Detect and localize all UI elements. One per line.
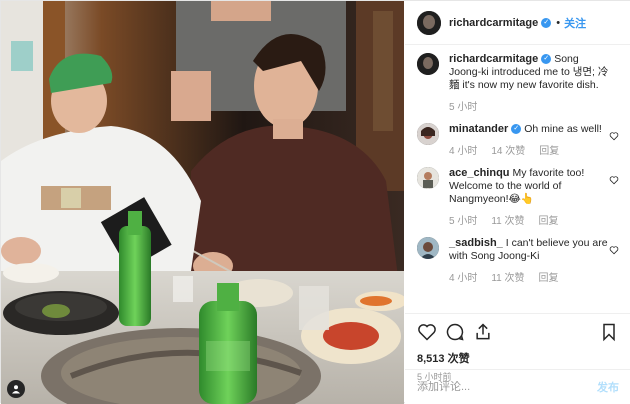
comment-username[interactable]: richardcarmitage xyxy=(449,53,538,65)
photo-illustration xyxy=(1,1,404,404)
reply-button[interactable]: 回复 xyxy=(539,216,559,227)
follow-button[interactable]: 关注 xyxy=(564,15,586,31)
comments-list[interactable]: richardcarmitage ✓ Song Joong-ki introduc… xyxy=(405,53,630,305)
comment-username[interactable]: minatander xyxy=(449,123,508,135)
verified-badge-icon: ✓ xyxy=(541,17,552,28)
user-tag-icon[interactable] xyxy=(7,380,25,398)
share-icon[interactable] xyxy=(473,322,493,342)
comment-likes[interactable]: 11 次赞 xyxy=(491,273,524,284)
comment-avatar[interactable] xyxy=(417,237,439,259)
comment-meta: 4 小时 11 次赞 回复 xyxy=(449,269,609,284)
comment-username[interactable]: _sadbish_ xyxy=(449,237,503,249)
post-sidebar: richardcarmitage ✓ • 关注 richardcarmitage… xyxy=(405,1,630,404)
comment-avatar[interactable] xyxy=(417,167,439,189)
heart-icon[interactable] xyxy=(417,322,437,342)
comment-text: richardcarmitage ✓ Song Joong-ki introduc… xyxy=(449,53,609,92)
comment-time[interactable]: 5 小时 xyxy=(449,102,477,113)
author-username[interactable]: richardcarmitage xyxy=(449,17,538,29)
comment-item: ace_chinqu My favorite too! Welcome to t… xyxy=(417,167,619,227)
comment-like-heart-icon[interactable] xyxy=(609,175,619,185)
comment-time[interactable]: 4 小时 xyxy=(449,273,477,284)
comment-text: ace_chinqu My favorite too! Welcome to t… xyxy=(449,167,609,206)
add-comment-bar: 发布 xyxy=(405,369,630,404)
comment-avatar[interactable] xyxy=(417,123,439,145)
verified-badge-icon: ✓ xyxy=(541,54,552,65)
bookmark-icon[interactable] xyxy=(599,322,619,342)
comment-like-heart-icon[interactable] xyxy=(609,245,619,255)
comment-item: minatander ✓ Oh mine as well! 4 小时 14 次赞 回复 xyxy=(417,123,619,157)
comment-meta: 4 小时 14 次赞 回复 xyxy=(449,142,609,157)
comment-time[interactable]: 4 小时 xyxy=(449,146,477,157)
add-comment-input[interactable] xyxy=(417,381,597,393)
comment-username[interactable]: ace_chinqu xyxy=(449,167,510,179)
comment-text: minatander ✓ Oh mine as well! xyxy=(449,123,609,136)
likes-count[interactable]: 8,513 次赞 xyxy=(417,350,619,366)
action-icons xyxy=(417,320,619,344)
reply-button[interactable]: 回复 xyxy=(539,273,559,284)
comment-meta: 5 小时 11 次赞 回复 xyxy=(449,212,609,227)
separator-dot: • xyxy=(556,16,561,29)
comment-item: _sadbish_ I can't believe you are with S… xyxy=(417,237,619,284)
verified-badge-icon: ✓ xyxy=(511,124,522,135)
post-photo[interactable] xyxy=(1,1,404,404)
reply-button[interactable]: 回复 xyxy=(539,146,559,157)
comment-meta: 5 小时 xyxy=(449,98,609,113)
post-comment-button[interactable]: 发布 xyxy=(597,379,619,395)
comment-like-heart-icon[interactable] xyxy=(609,131,619,141)
comment-icon[interactable] xyxy=(445,322,465,342)
author-avatar[interactable] xyxy=(417,10,441,35)
comment-avatar[interactable] xyxy=(417,53,439,75)
post-header: richardcarmitage ✓ • 关注 xyxy=(405,1,630,45)
comment-likes[interactable]: 14 次赞 xyxy=(491,146,525,157)
comment-likes[interactable]: 11 次赞 xyxy=(491,216,524,227)
comment-time[interactable]: 5 小时 xyxy=(449,216,477,227)
comment-body: Oh mine as well! xyxy=(524,123,602,135)
comment-text: _sadbish_ I can't believe you are with S… xyxy=(449,237,609,263)
comment-caption: richardcarmitage ✓ Song Joong-ki introduc… xyxy=(417,53,619,113)
instagram-post: richardcarmitage ✓ • 关注 richardcarmitage… xyxy=(0,0,630,404)
